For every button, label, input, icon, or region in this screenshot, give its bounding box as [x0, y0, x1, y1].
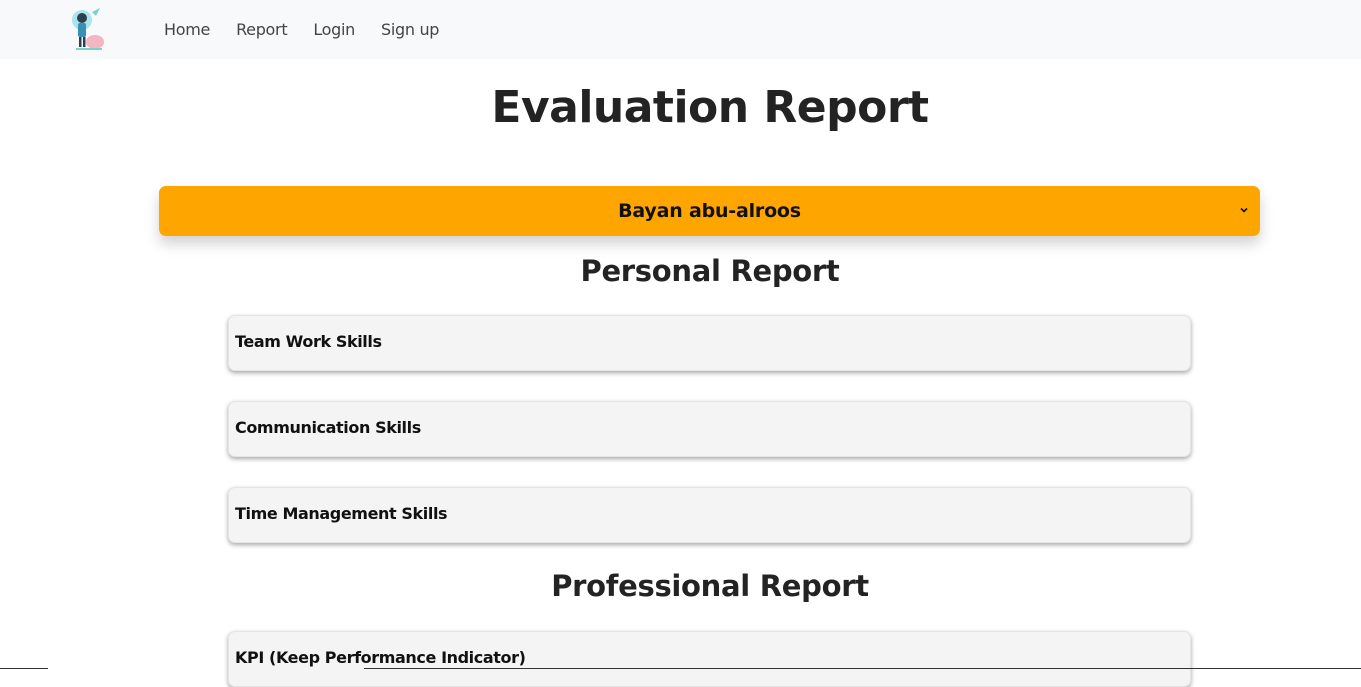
nav-link-login[interactable]: Login — [313, 20, 355, 39]
nav-link-home[interactable]: Home — [164, 20, 210, 39]
report-item-label: KPI (Keep Performance Indicator) — [235, 648, 526, 667]
employee-select-value: Bayan abu-alroos — [618, 200, 801, 222]
navbar: Home Report Login Sign up — [0, 0, 1361, 59]
page-title: Evaluation Report — [491, 82, 929, 133]
report-item-time-management[interactable]: Time Management Skills — [228, 487, 1191, 543]
scrollbar-track-left — [0, 668, 48, 669]
report-item-kpi[interactable]: KPI (Keep Performance Indicator) — [228, 631, 1191, 687]
logo-icon[interactable] — [66, 6, 112, 52]
chevron-down-icon — [1240, 207, 1248, 213]
personal-report-title: Personal Report — [580, 254, 840, 288]
report-item-label: Team Work Skills — [235, 332, 382, 351]
report-item-label: Time Management Skills — [235, 504, 448, 523]
report-item-team-work[interactable]: Team Work Skills — [228, 315, 1191, 371]
report-item-label: Communication Skills — [235, 418, 421, 437]
professional-report-title: Professional Report — [551, 569, 869, 603]
nav-links: Home Report Login Sign up — [164, 0, 465, 59]
employee-select[interactable]: Bayan abu-alroos — [159, 186, 1260, 236]
report-item-communication[interactable]: Communication Skills — [228, 401, 1191, 457]
nav-link-signup[interactable]: Sign up — [381, 20, 439, 39]
scrollbar-track-right — [364, 668, 1361, 669]
nav-link-report[interactable]: Report — [236, 20, 288, 39]
